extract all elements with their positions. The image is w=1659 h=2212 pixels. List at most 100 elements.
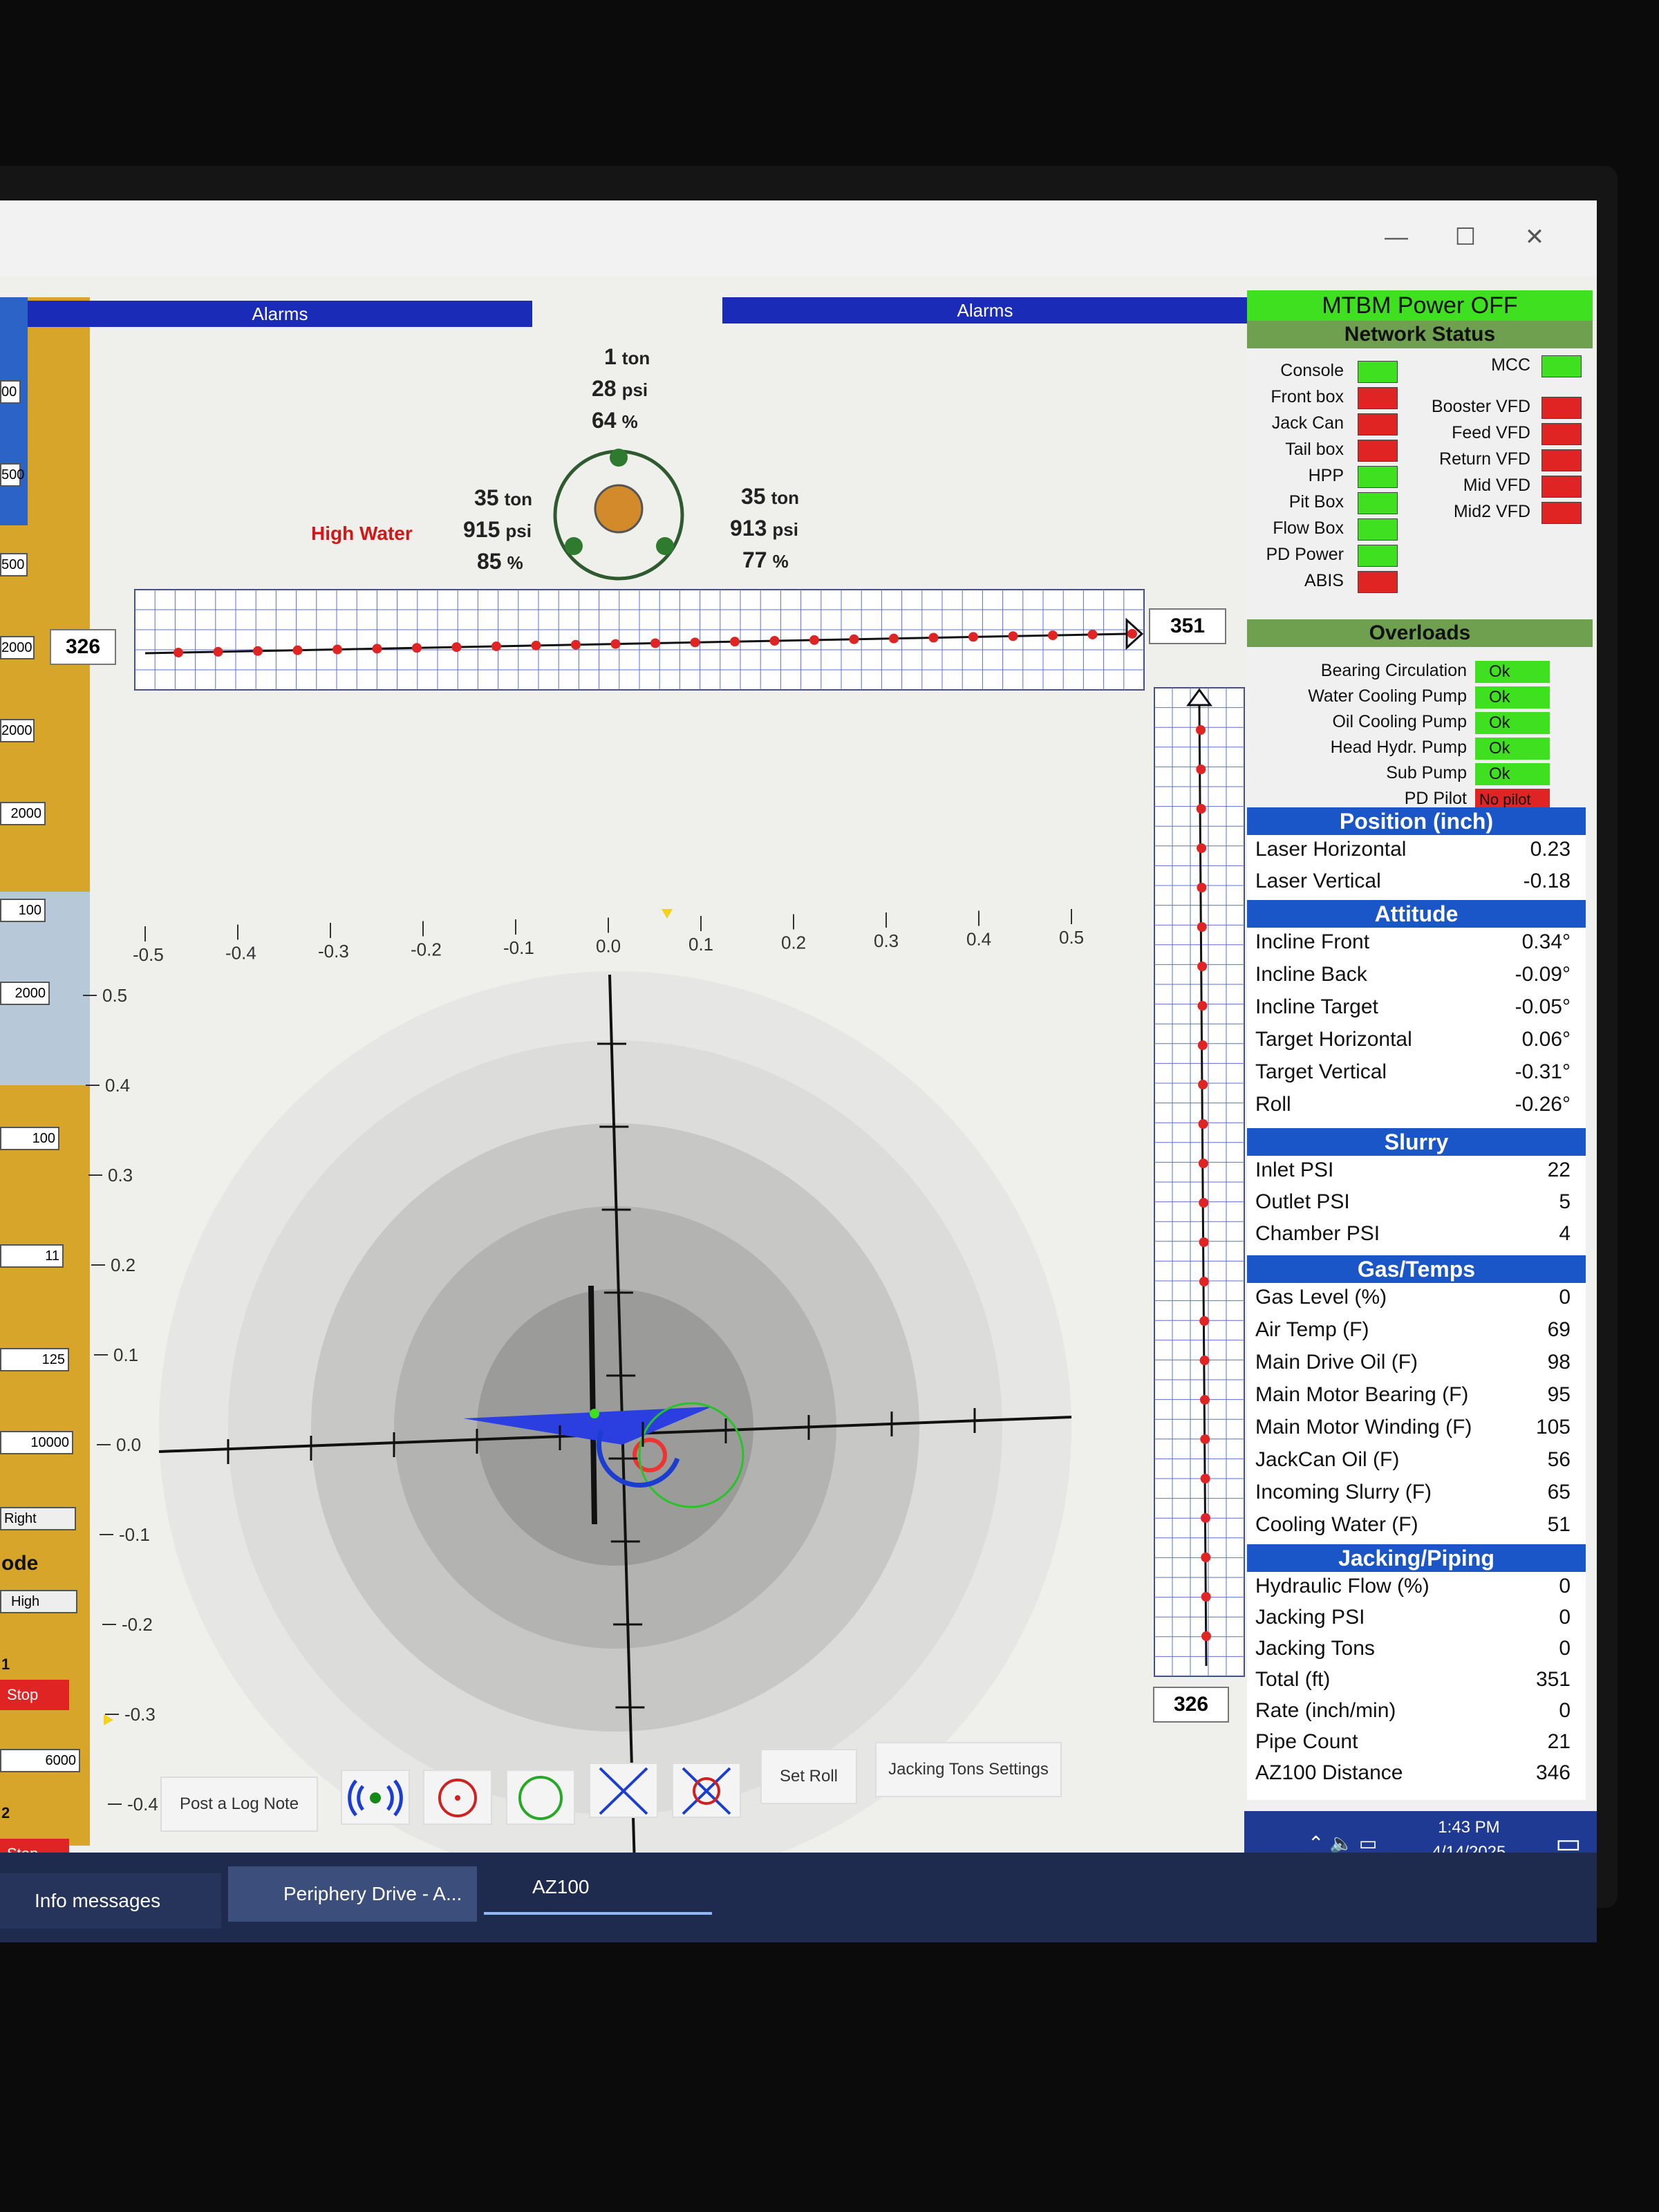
slurry-value: 4	[1559, 1222, 1571, 1245]
jacking-value: 0	[1559, 1699, 1571, 1722]
top-pct: 64%	[592, 408, 638, 433]
vertical-steering-bar	[1154, 687, 1245, 1677]
x-tick-label: 0.4	[966, 929, 991, 950]
right-pct-unit: %	[772, 551, 789, 572]
attitude-label: Target Horizontal	[1255, 1028, 1412, 1051]
right-pct: 77%	[742, 547, 789, 573]
jacking-label: Total (ft)	[1255, 1668, 1331, 1691]
attitude-section: Incline Front 0.34° Incline Back -0.09° Incl…	[1247, 928, 1586, 1128]
position-section: Laser Horizontal 0.23 Laser Vertical -0.18	[1247, 835, 1586, 900]
jacking-label: Hydraulic Flow (%)	[1255, 1575, 1430, 1597]
y-tick-label: -0.1	[119, 1524, 150, 1545]
cylinder-right	[656, 537, 674, 555]
slurry-label: Chamber PSI	[1255, 1222, 1380, 1245]
left-value-field[interactable]: 2000	[0, 982, 50, 1005]
y-tick-label: -0.3	[124, 1704, 156, 1725]
network-label: Mid2 VFD	[1453, 502, 1530, 521]
network-indicator	[1358, 387, 1398, 409]
y-tick-label: 0.4	[105, 1075, 130, 1096]
hbar-station-dot	[769, 636, 780, 646]
y-tick-label: -0.4	[127, 1794, 158, 1815]
vbar-station-dot	[1198, 1119, 1208, 1129]
right-psi-unit: psi	[772, 519, 798, 540]
cylinder-center	[594, 484, 644, 534]
overload-label: Head Hydr. Pump	[1330, 738, 1467, 757]
x-tick-label: 0.0	[596, 936, 621, 957]
left-value-field[interactable]: 100	[0, 899, 46, 922]
hbar-station-dot	[849, 634, 859, 644]
hbar-station-dot	[928, 632, 939, 643]
gas-temp-value: 0	[1559, 1286, 1571, 1309]
right-pct-value: 77	[742, 547, 767, 572]
gas-temp-label: Incoming Slurry (F)	[1255, 1481, 1432, 1503]
x-tick-label: 0.5	[1059, 927, 1084, 948]
laser-center-icon[interactable]	[423, 1770, 492, 1825]
x-tick-label: -0.5	[133, 944, 164, 965]
jacking-label: AZ100 Distance	[1255, 1761, 1403, 1784]
overload-status: Ok	[1475, 661, 1550, 683]
alarms-bar-right[interactable]: Alarms	[722, 297, 1248, 324]
hbar-station-dot	[491, 641, 501, 651]
attitude-label: Incline Front	[1255, 930, 1370, 953]
hbar-station-dot	[412, 643, 422, 653]
mtbm-power-status: MTBM Power OFF	[1247, 290, 1593, 321]
taskbar-item-info[interactable]: Info messages	[0, 1873, 221, 1929]
overload-label: PD Pilot	[1404, 789, 1467, 808]
taskbar-item-periphery[interactable]: Periphery Drive - A...	[228, 1866, 477, 1922]
left-value-field[interactable]: 2000	[0, 802, 46, 825]
attitude-value: -0.09°	[1515, 963, 1571, 986]
top-psi-unit: psi	[621, 379, 648, 400]
left-value-field[interactable]: 2000	[0, 719, 35, 742]
taskbar-item-az100[interactable]: AZ100	[484, 1859, 712, 1915]
set-roll-button[interactable]: Set Roll	[760, 1749, 857, 1804]
jacking-tons-settings-button[interactable]: Jacking Tons Settings	[875, 1742, 1062, 1797]
hbar-station-dot	[690, 637, 700, 648]
gas-temp-label: JackCan Oil (F)	[1255, 1448, 1400, 1471]
gas-temp-value: 98	[1547, 1351, 1571, 1374]
gas-temp-label: Main Motor Winding (F)	[1255, 1416, 1472, 1438]
signal-icon[interactable]	[341, 1770, 410, 1825]
network-indicator	[1358, 571, 1398, 593]
network-indicator	[1541, 423, 1582, 445]
x-tick-label: 0.3	[874, 930, 899, 951]
network-label: Jack Can	[1271, 413, 1344, 433]
network-indicator	[1358, 440, 1398, 462]
clear-target-icon[interactable]	[672, 1763, 741, 1818]
gas-temp-label: Main Drive Oil (F)	[1255, 1351, 1418, 1374]
vbar-station-dot	[1196, 725, 1206, 735]
post-log-note-button[interactable]: Post a Log Note	[160, 1777, 318, 1832]
left-value-field[interactable]: 500	[0, 553, 28, 577]
close-button[interactable]: ✕	[1514, 220, 1555, 254]
network-indicator	[1358, 413, 1398, 435]
jacking-value: 0	[1559, 1637, 1571, 1660]
gas-temp-value: 51	[1547, 1513, 1571, 1536]
network-indicator	[1358, 545, 1398, 567]
gas-temp-value: 69	[1547, 1318, 1571, 1341]
alarms-bar-left[interactable]: Alarms	[28, 301, 532, 327]
hbar-station-dot	[571, 639, 581, 650]
vbar-station-dot	[1197, 883, 1207, 892]
vbar-station-dot	[1197, 922, 1207, 932]
cross-icon[interactable]	[589, 1763, 658, 1818]
network-status-title: Network Status	[1247, 321, 1593, 348]
left-value-field[interactable]: 2000	[0, 636, 35, 659]
minimize-button[interactable]: —	[1376, 220, 1417, 254]
network-indicator	[1541, 355, 1582, 377]
tolerance-circle-icon[interactable]	[506, 1770, 575, 1825]
maximize-button[interactable]: ☐	[1445, 220, 1486, 254]
network-label: PD Power	[1266, 545, 1344, 564]
vbar-station-dot	[1199, 1356, 1210, 1365]
tray-icons[interactable]: ⌃ 🔈 ▭	[1308, 1832, 1377, 1855]
left-value-field[interactable]: 11	[0, 1244, 64, 1268]
attitude-value: -0.26°	[1515, 1093, 1571, 1116]
hbar-station-dot	[292, 645, 303, 655]
slurry-section: Inlet PSI 22 Outlet PSI 5 Chamber PSI 4	[1247, 1156, 1586, 1255]
network-indicator	[1358, 361, 1398, 383]
left-value-field[interactable]: 500	[0, 463, 24, 487]
left-tons-unit: ton	[504, 489, 533, 509]
x-tick-label: -0.4	[225, 943, 256, 964]
left-value-field[interactable]: 100	[0, 1127, 59, 1150]
attitude-label: Incline Target	[1255, 995, 1378, 1018]
gas-temp-value: 95	[1547, 1383, 1571, 1406]
left-value-field[interactable]: 00	[0, 380, 21, 404]
